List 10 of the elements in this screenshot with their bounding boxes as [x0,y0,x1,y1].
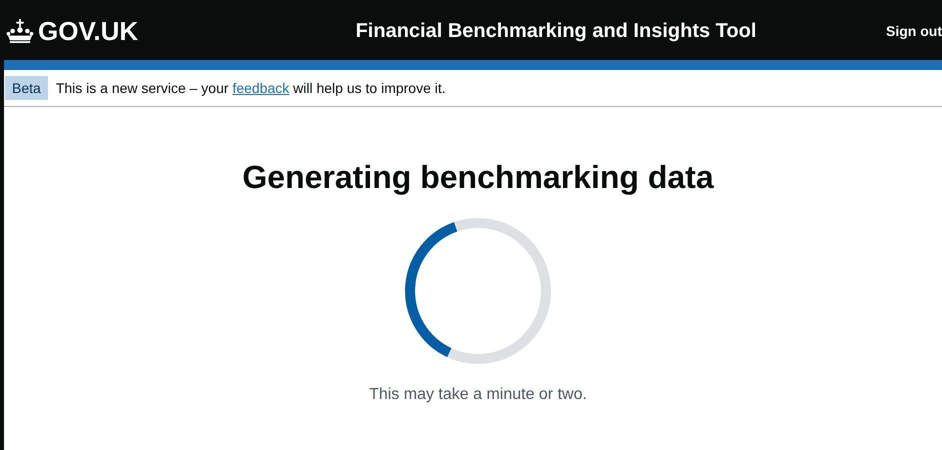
govuk-logo-link[interactable]: GOV.UK [38,16,138,46]
beta-tag: Beta [5,76,48,100]
crown-icon [6,19,34,43]
page-heading: Generating benchmarking data [242,159,714,196]
sign-out-link[interactable]: Sign out [886,23,942,39]
loading-spinner-icon [405,218,551,364]
feedback-link[interactable]: feedback [232,80,290,96]
banner-text: This is a new service – your feedback will help us to improve it. [56,80,446,96]
loading-message: This may take a minute or two. [369,386,587,404]
service-name-link[interactable]: Financial Benchmarking and Insights Tool [326,20,786,42]
